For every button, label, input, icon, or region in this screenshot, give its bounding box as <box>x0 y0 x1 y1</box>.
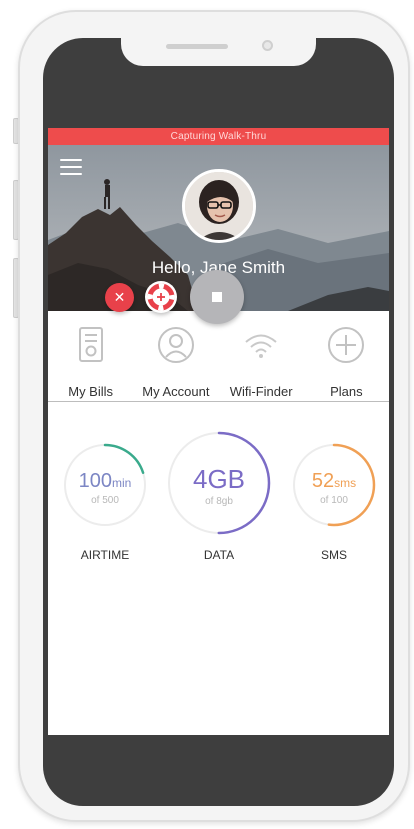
sms-label: SMS <box>320 548 347 562</box>
quick-nav-wifi-finder[interactable]: Wifi-Finder <box>219 311 304 401</box>
data-gauge[interactable]: 4GB of 8gb <box>166 430 272 536</box>
quick-nav-label: My Account <box>142 384 210 399</box>
airtime-label: AIRTIME <box>80 548 130 562</box>
recorder-close-button[interactable]: ✕ <box>105 283 134 312</box>
data-of: of 8gb <box>205 496 233 507</box>
capture-banner: Capturing Walk-Thru <box>48 128 389 145</box>
front-camera <box>262 40 273 51</box>
quick-nav-label: Wifi-Finder <box>229 384 293 399</box>
recorder-help-button[interactable] <box>145 281 177 313</box>
sms-unit: sms <box>334 476 357 490</box>
sms-of: of 100 <box>320 495 348 506</box>
recorder-stop-button[interactable] <box>190 270 244 324</box>
bill-icon <box>78 327 103 362</box>
data-label: DATA <box>203 548 235 562</box>
user-icon <box>157 327 194 363</box>
stop-icon <box>212 292 222 302</box>
phone-notch <box>121 38 316 66</box>
hamburger-menu-icon[interactable] <box>60 159 82 177</box>
usage-summary: 100min of 500 AIRTIME 4GB of 8gb DATA 52 <box>48 402 389 602</box>
airtime-gauge[interactable]: 100min of 500 <box>62 442 148 528</box>
airtime-of: of 500 <box>91 495 119 506</box>
wifi-icon <box>245 334 277 358</box>
speaker-grille <box>166 44 228 49</box>
quick-nav-my-account[interactable]: My Account <box>133 311 218 401</box>
lifebuoy-icon <box>147 283 175 311</box>
quick-nav: My Bills My Account Wifi-Finder Plans <box>48 311 389 402</box>
quick-nav-plans[interactable]: Plans <box>304 311 389 401</box>
app-screen: Capturing Walk-Thru Hello, Jane Smith My… <box>48 128 389 735</box>
sms-gauge[interactable]: 52sms of 100 <box>291 442 377 528</box>
quick-nav-label: My Bills <box>68 384 114 399</box>
quick-nav-my-bills[interactable]: My Bills <box>48 311 133 401</box>
data-value: 4GB <box>192 464 246 494</box>
airtime-unit: min <box>112 476 132 490</box>
close-icon: ✕ <box>113 289 126 305</box>
quick-nav-label: Plans <box>330 384 363 399</box>
avatar[interactable] <box>182 169 256 243</box>
airtime-value: 100 <box>78 470 113 492</box>
plus-circle-icon <box>328 327 365 363</box>
sms-value: 52 <box>311 470 335 492</box>
